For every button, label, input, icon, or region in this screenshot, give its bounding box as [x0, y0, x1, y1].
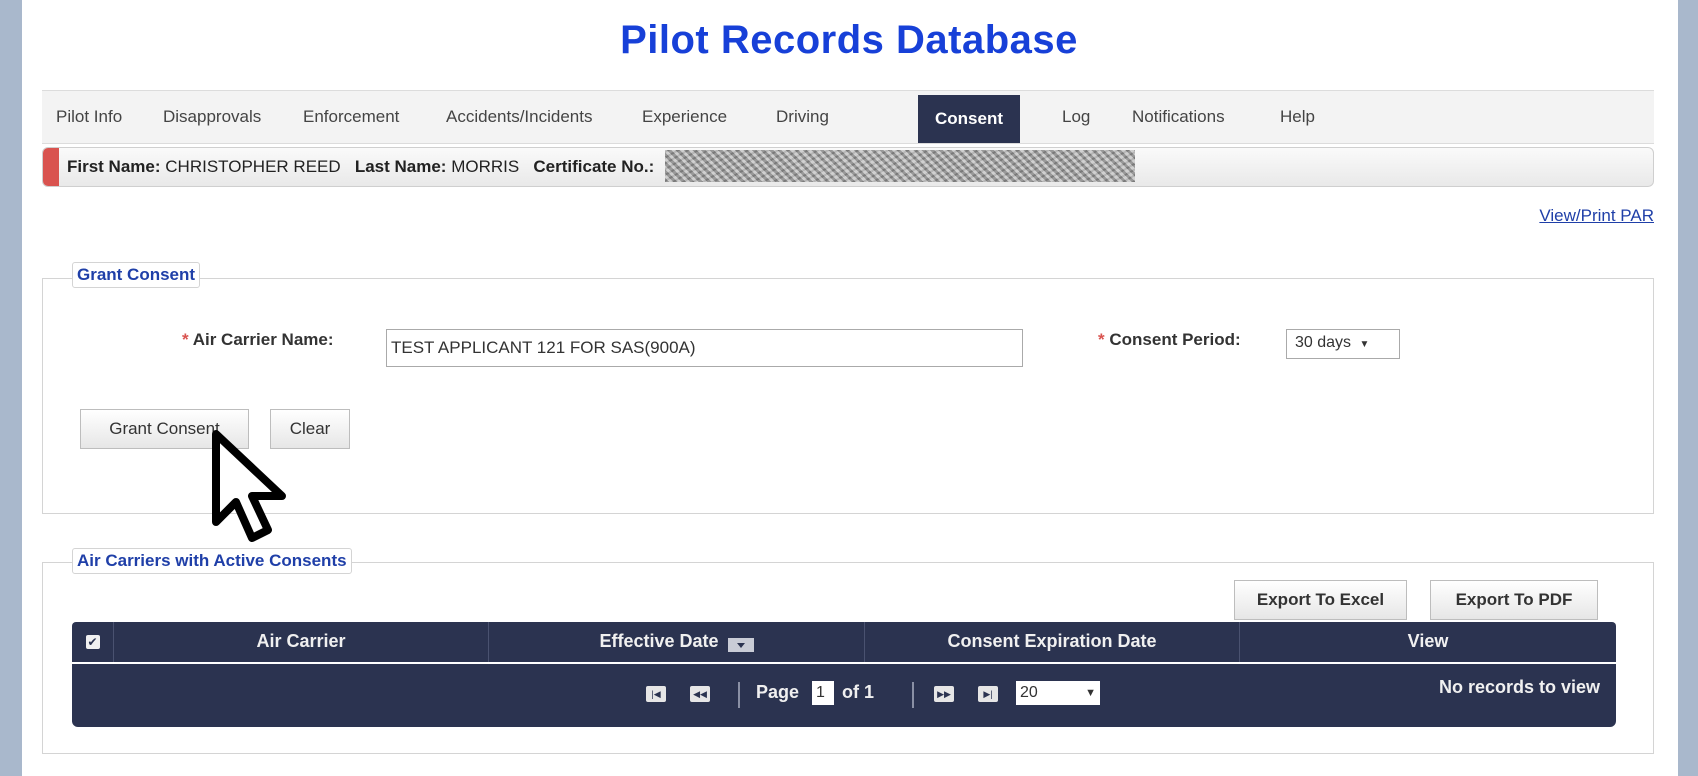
consent-period-label: * Consent Period: — [1098, 330, 1241, 350]
view-print-par-link[interactable]: View/Print PAR — [1539, 206, 1654, 226]
empty-records-message: No records to view — [1438, 677, 1600, 697]
last-page-icon[interactable]: ▶| — [978, 686, 998, 702]
info-bar-accent — [43, 148, 59, 186]
air-carrier-name-label: * Air Carrier Name: — [182, 330, 334, 350]
pager-separator — [738, 682, 740, 708]
export-to-pdf-button[interactable]: Export To PDF — [1430, 580, 1598, 620]
required-mark: * — [1098, 330, 1105, 349]
main-nav: Pilot Info Disapprovals Enforcement Acci… — [42, 90, 1654, 144]
next-page-icon[interactable]: ▶▶ — [934, 686, 954, 702]
prev-page-icon[interactable]: ◀◀ — [690, 686, 710, 702]
last-name-value: MORRIS — [451, 157, 520, 176]
page-total-label: of 1 — [842, 682, 875, 702]
consent-period-label-text: Consent Period: — [1109, 330, 1241, 349]
tab-log[interactable]: Log — [1062, 91, 1090, 143]
consent-period-select[interactable]: 30 days ▼ — [1286, 329, 1400, 359]
air-carrier-name-input[interactable]: TEST APPLICANT 121 FOR SAS(900A) — [386, 329, 1023, 367]
required-mark: * — [182, 330, 189, 349]
chevron-down-icon: ▼ — [1359, 339, 1370, 350]
tab-pilot-info[interactable]: Pilot Info — [56, 91, 122, 143]
tab-enforcement[interactable]: Enforcement — [303, 91, 399, 143]
tab-accidents-incidents[interactable]: Accidents/Incidents — [446, 91, 592, 143]
column-consent-expiration-date[interactable]: Consent Expiration Date — [865, 622, 1240, 662]
first-name-value: CHRISTOPHER REED — [165, 157, 341, 176]
column-air-carrier[interactable]: Air Carrier — [114, 622, 489, 662]
consents-grid-header: ✔ Air Carrier Effective Date Consent Exp… — [72, 622, 1616, 662]
left-frame-bar — [0, 0, 22, 776]
pager-separator — [912, 682, 914, 708]
select-all-checkbox[interactable]: ✔ — [72, 622, 114, 662]
page-label: Page — [756, 682, 800, 702]
air-carrier-label-text: Air Carrier Name: — [192, 330, 334, 349]
first-page-icon[interactable]: |◀ — [646, 686, 666, 702]
checkbox-icon: ✔ — [85, 635, 100, 650]
first-name-label: First Name: — [67, 157, 161, 176]
grant-consent-legend: Grant Consent — [72, 262, 201, 288]
pilot-info-bar: First Name: CHRISTOPHER REED Last Name: … — [42, 147, 1654, 187]
column-effective-date-label: Effective Date — [599, 631, 719, 651]
tab-disapprovals[interactable]: Disapprovals — [163, 91, 261, 143]
sort-icon[interactable] — [727, 638, 754, 653]
grid-pager: |◀ ◀◀ Page 1 of 1 ▶▶ ▶| 20 ▼ No records … — [72, 664, 1616, 727]
page-size-value: 20 — [1020, 684, 1038, 701]
tab-driving[interactable]: Driving — [776, 91, 829, 143]
page-number-input[interactable]: 1 — [812, 681, 834, 705]
consent-period-value: 30 days — [1295, 334, 1352, 351]
chevron-down-icon: ▼ — [1085, 687, 1096, 699]
column-view[interactable]: View — [1240, 622, 1616, 662]
certificate-redacted — [665, 149, 1136, 182]
tab-consent[interactable]: Consent — [918, 95, 1020, 143]
tab-help[interactable]: Help — [1280, 91, 1315, 143]
column-effective-date[interactable]: Effective Date — [489, 622, 865, 662]
page-size-select[interactable]: 20 ▼ — [1016, 681, 1100, 705]
tab-notifications[interactable]: Notifications — [1132, 91, 1225, 143]
export-to-excel-button[interactable]: Export To Excel — [1234, 580, 1407, 620]
tab-experience[interactable]: Experience — [642, 91, 727, 143]
certificate-label: Certificate No.: — [533, 157, 655, 176]
last-name-label: Last Name: — [354, 157, 447, 176]
page-title: Pilot Records Database — [620, 18, 1078, 62]
active-consents-legend: Air Carriers with Active Consents — [72, 548, 352, 574]
mouse-pointer-icon — [212, 430, 286, 542]
right-frame-bar — [1678, 0, 1698, 776]
